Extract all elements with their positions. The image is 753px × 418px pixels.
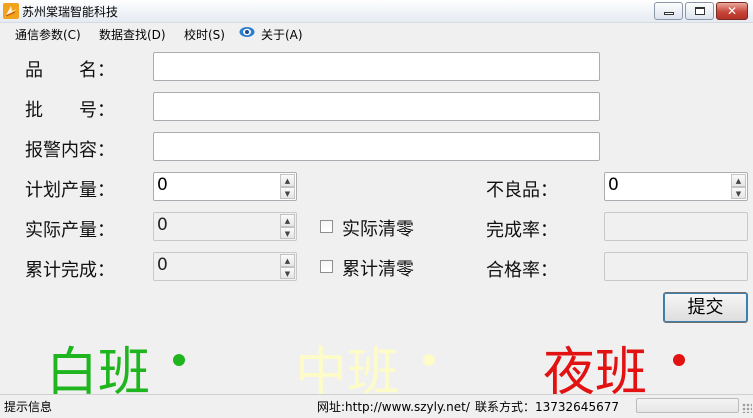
planned-output-spin: ▲ ▼ <box>280 174 295 199</box>
minimize-icon <box>664 12 674 15</box>
maximize-icon <box>695 7 705 15</box>
actual-output-down-icon: ▼ <box>280 226 295 239</box>
status-hint: 提示信息 <box>4 400 53 414</box>
status-contact: 联系方式：13732645677 <box>475 400 619 414</box>
planned-output-stepper[interactable]: 0 ▲ ▼ <box>153 172 297 201</box>
submit-button[interactable]: 提交 <box>663 292 748 323</box>
shift-night-indicator <box>673 354 685 366</box>
defective-stepper[interactable]: 0 ▲ ▼ <box>604 172 748 201</box>
status-progress-bar <box>636 398 739 413</box>
menu-data-search[interactable]: 数据查找(D) <box>99 26 166 43</box>
window-title: 苏州棠瑞智能科技 <box>22 5 119 19</box>
shift-middle-indicator <box>423 354 435 366</box>
cumulative-done-stepper: 0 ▲ ▼ <box>153 252 297 281</box>
cumulative-done-up-icon: ▲ <box>280 254 295 267</box>
about-eye-icon <box>239 27 255 37</box>
menu-comm-params[interactable]: 通信参数(C) <box>15 26 81 43</box>
shift-day-indicator <box>173 354 185 366</box>
defective-label: 不良品： <box>486 180 558 201</box>
status-website: 网址:http://www.szyly.net/ <box>317 400 470 414</box>
cumulative-done-label: 累计完成： <box>25 260 115 281</box>
menu-bar: 通信参数(C) 数据查找(D) 校时(S) 关于(A) <box>0 23 753 45</box>
cumulative-done-spin: ▲ ▼ <box>280 254 295 279</box>
alarm-content-input[interactable] <box>153 132 600 161</box>
minimize-button[interactable] <box>654 2 683 20</box>
actual-output-up-icon: ▲ <box>280 214 295 227</box>
maximize-button[interactable] <box>685 2 714 20</box>
close-button[interactable]: ✕ <box>716 2 748 20</box>
app-logo-icon <box>3 3 19 19</box>
batch-no-label: 批 号： <box>25 100 115 121</box>
clear-cumulative-label: 累计清零 <box>342 259 414 280</box>
menu-about[interactable]: 关于(A) <box>261 26 303 43</box>
status-bar: 提示信息 网址:http://www.szyly.net/ 联系方式：13732… <box>0 394 753 418</box>
clear-actual-label: 实际清零 <box>342 219 414 240</box>
product-name-label: 品 名： <box>25 60 115 81</box>
actual-output-stepper: 0 ▲ ▼ <box>153 212 297 241</box>
defective-up-icon[interactable]: ▲ <box>731 174 746 187</box>
cumulative-done-value: 0 <box>157 255 168 275</box>
pass-rate-field <box>604 252 748 281</box>
batch-no-input[interactable] <box>153 92 600 121</box>
actual-output-value: 0 <box>157 215 168 235</box>
defective-value: 0 <box>608 175 619 195</box>
pass-rate-label: 合格率： <box>486 260 558 281</box>
alarm-content-label: 报警内容： <box>25 140 115 161</box>
actual-output-spin: ▲ ▼ <box>280 214 295 239</box>
completion-rate-label: 完成率： <box>486 220 558 241</box>
clear-actual-checkbox[interactable] <box>320 220 333 233</box>
cumulative-done-down-icon: ▼ <box>280 266 295 279</box>
actual-output-label: 实际产量： <box>25 220 115 241</box>
planned-output-value: 0 <box>157 175 168 195</box>
close-icon: ✕ <box>726 4 738 18</box>
product-name-input[interactable] <box>153 52 600 81</box>
clear-cumulative-checkbox[interactable] <box>320 260 333 273</box>
planned-output-up-icon[interactable]: ▲ <box>280 174 295 187</box>
planned-output-label: 计划产量： <box>25 180 115 201</box>
defective-spin: ▲ ▼ <box>731 174 746 199</box>
menu-time-sync[interactable]: 校时(S) <box>184 26 225 43</box>
title-bar: 苏州棠瑞智能科技 ✕ <box>0 0 753 23</box>
completion-rate-field <box>604 212 748 241</box>
resize-grip-icon[interactable] <box>742 403 752 413</box>
planned-output-down-icon[interactable]: ▼ <box>280 186 295 199</box>
defective-down-icon[interactable]: ▼ <box>731 186 746 199</box>
